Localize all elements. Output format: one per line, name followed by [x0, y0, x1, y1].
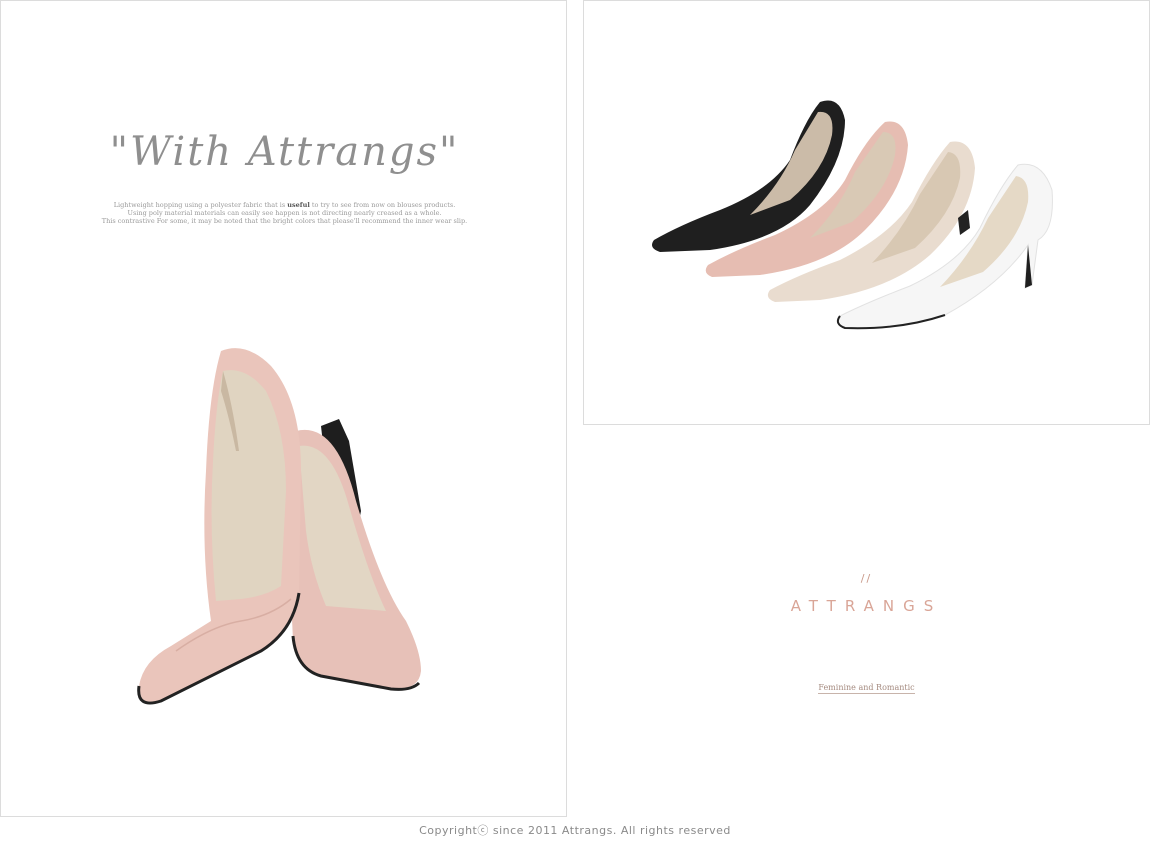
- description-line-1: Lightweight hopping using a polyester fa…: [113, 201, 456, 209]
- brand-tagline-text[interactable]: Feminine and Romantic: [818, 683, 915, 694]
- script-title-text: "With Attrangs": [109, 129, 460, 175]
- script-title: "With Attrangs": [1, 129, 568, 175]
- description-bold-word: useful: [287, 201, 310, 209]
- brand-tagline: Feminine and Romantic: [583, 683, 1150, 694]
- product-description: Lightweight hopping using a polyester fa…: [101, 201, 468, 225]
- copyright-footer: Copyrightⓒ since 2011 Attrangs. All righ…: [419, 824, 731, 837]
- brand-slashes: //: [860, 572, 873, 585]
- pink-pumps-pair-image: [137, 348, 421, 705]
- left-product-panel: "With Attrangs" Lightweight hopping usin…: [0, 0, 567, 817]
- brand-name: ATTRANGS: [790, 597, 943, 615]
- four-color-pumps-image: [652, 100, 1053, 330]
- description-line-3: This contrastive For some, it may be not…: [101, 217, 468, 225]
- description-line-2: Using poly material materials can easily…: [127, 209, 442, 217]
